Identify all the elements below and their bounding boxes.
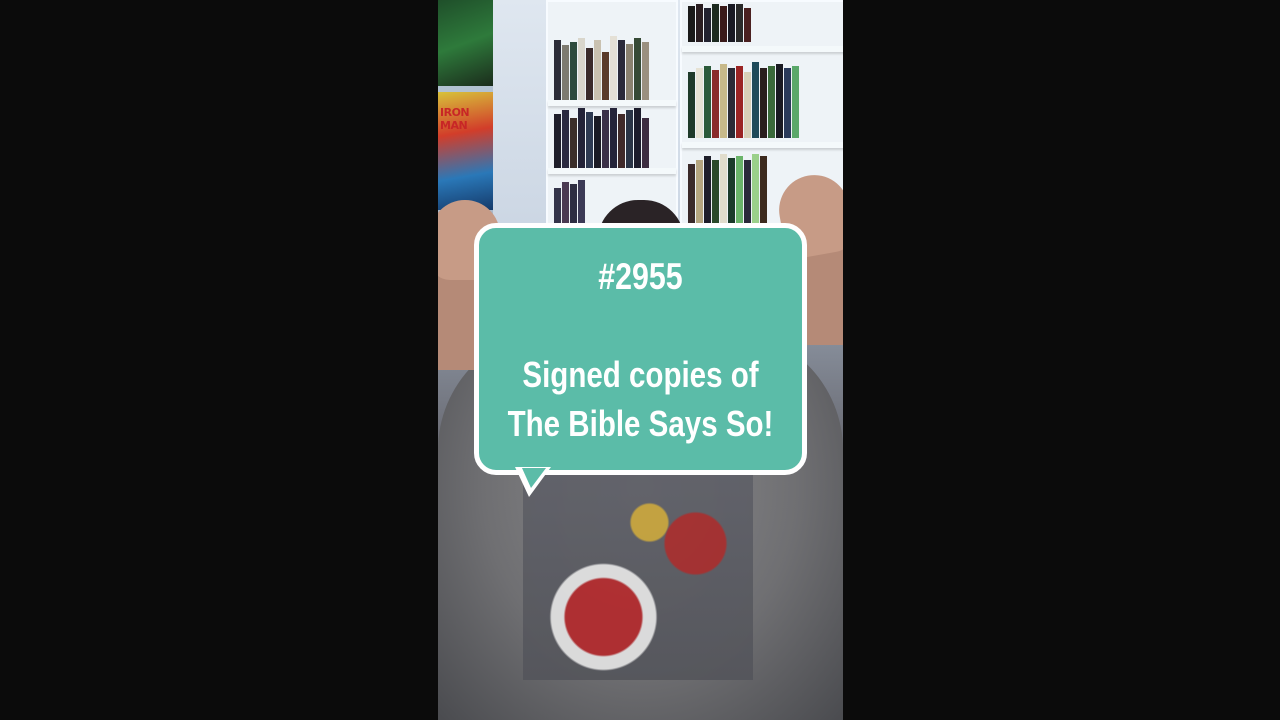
shelf-plank <box>548 168 676 174</box>
book-row <box>688 58 841 138</box>
hulk-poster <box>438 0 493 86</box>
book-row <box>554 108 672 168</box>
shelf-plank <box>682 142 843 148</box>
speech-bubble-tail-fill <box>522 468 546 488</box>
book-row <box>688 2 841 42</box>
shelf-plank <box>682 46 843 52</box>
caption-line-2: The Bible Says So! <box>507 403 774 444</box>
poster-title: IRON MAN <box>440 106 470 132</box>
caption-line-1: Signed copies of <box>522 354 759 395</box>
book-row <box>554 36 672 100</box>
bookshelf-left <box>546 0 678 234</box>
episode-number: #2955 <box>598 256 683 297</box>
shirt-print <box>523 470 753 680</box>
iron-man-poster: IRON MAN <box>438 92 493 210</box>
shelf-plank <box>548 100 676 106</box>
